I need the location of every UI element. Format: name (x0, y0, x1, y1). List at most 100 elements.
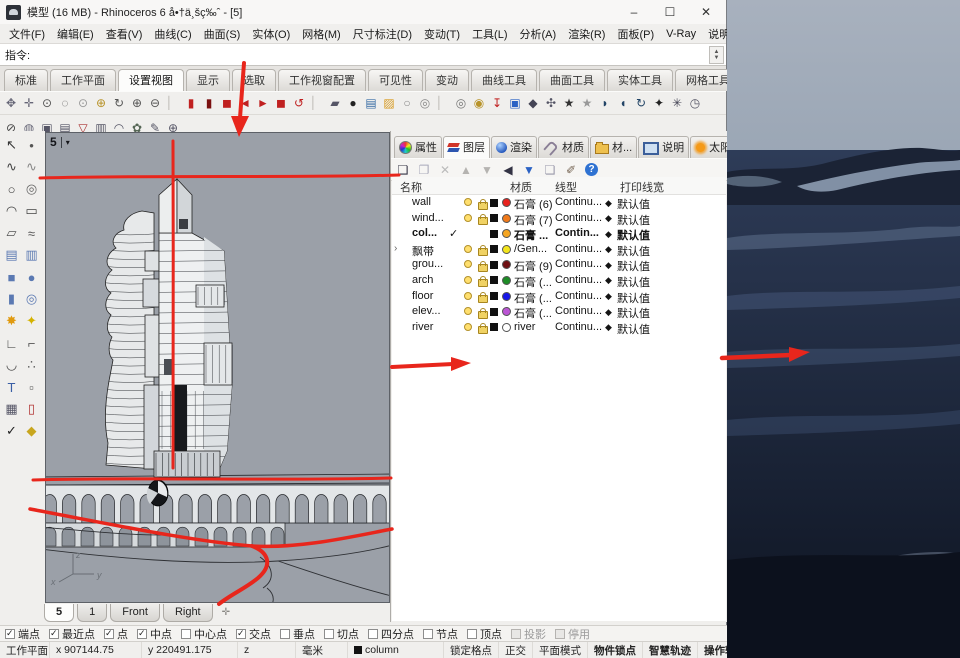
layer-material-ball[interactable] (502, 276, 511, 285)
layer-color-swatch[interactable] (490, 261, 498, 269)
layer-material[interactable]: 石膏 (... (514, 274, 552, 290)
status-cell[interactable]: column (348, 642, 444, 658)
close-button[interactable]: ✕ (688, 1, 724, 23)
viewport-title[interactable]: 5 ▾ (50, 135, 70, 149)
layer-material[interactable]: 石膏 (9) (514, 258, 553, 274)
minimize-button[interactable]: – (616, 1, 652, 23)
layer-name[interactable]: elev... (412, 305, 441, 317)
torus-icon[interactable]: ◎ (22, 289, 41, 309)
collapse-icon[interactable]: ◀ (501, 163, 515, 177)
flash-icon[interactable]: ✦ (22, 311, 41, 331)
clamp-icon[interactable]: ✣ (542, 94, 560, 112)
menu-item[interactable]: 实体(O) (246, 25, 296, 43)
ribbon-tab[interactable]: 曲线工具 (471, 69, 537, 91)
tools-icon[interactable]: ✐ (564, 163, 578, 177)
status-cell[interactable]: 正交 (499, 642, 533, 658)
viewport-menu-caret-icon[interactable]: ▾ (66, 138, 70, 147)
spin-down-icon[interactable]: ▼ (714, 55, 720, 61)
view-right-icon[interactable]: ► (254, 94, 272, 112)
panel-tab[interactable]: 图层 (443, 136, 490, 158)
layer-print-width[interactable]: 默认值 (617, 305, 650, 321)
layer-print-width[interactable]: 默认值 (617, 321, 650, 337)
boat-icon[interactable]: ◗ (596, 94, 614, 112)
ribbon-tab[interactable]: 曲面工具 (539, 69, 605, 91)
layer-print-width[interactable]: 默认值 (617, 258, 650, 274)
layer-color-swatch[interactable] (490, 276, 498, 284)
star-icon[interactable]: ★ (560, 94, 578, 112)
plumb-icon[interactable]: ↧ (488, 94, 506, 112)
snowflake-icon[interactable]: ✳ (668, 94, 686, 112)
layer-visibility-bulb-icon[interactable] (464, 214, 472, 222)
freeform-icon[interactable]: ≈ (22, 223, 41, 243)
status-cell[interactable]: y 220491.175 (142, 642, 238, 658)
magnifier-2-icon[interactable]: ◎ (416, 94, 434, 112)
ribbon-tab[interactable]: 可见性 (368, 69, 423, 91)
layer-color-swatch[interactable] (490, 245, 498, 253)
layer-material-ball[interactable] (502, 292, 511, 301)
layer-visibility-bulb-icon[interactable] (464, 323, 472, 331)
view-front-icon[interactable]: ◼ (272, 94, 290, 112)
copy-layer-icon[interactable]: ❐ (417, 163, 431, 177)
menu-item[interactable]: 分析(A) (514, 25, 563, 43)
layer-print-width[interactable]: 默认值 (617, 274, 650, 290)
text-icon[interactable]: T (2, 377, 21, 397)
layer-color-swatch[interactable] (490, 308, 498, 316)
menu-item[interactable]: 编辑(E) (51, 25, 100, 43)
status-cell[interactable]: 锁定格点 (444, 642, 499, 658)
target-icon[interactable]: ◎ (452, 94, 470, 112)
sphere-icon[interactable]: ● (22, 267, 41, 287)
layer-visibility-bulb-icon[interactable] (464, 198, 472, 206)
zoom-out-icon[interactable]: ⊖ (146, 94, 164, 112)
osnap-toggle[interactable]: 中点 (137, 626, 172, 642)
layer-print-width[interactable]: 默认值 (617, 243, 650, 259)
status-cell[interactable]: 毫米 (296, 642, 348, 658)
pan-hand-icon[interactable]: ✥ (2, 94, 20, 112)
layer-lock-icon[interactable] (478, 214, 488, 225)
osnap-toggle[interactable]: 停用 (555, 626, 590, 642)
box-icon[interactable]: ■ (2, 267, 21, 287)
select-arrow-icon[interactable]: ↖ (2, 135, 21, 155)
delete-layer-icon[interactable]: ✕ (438, 163, 452, 177)
layer-material[interactable]: 石膏 (7) (514, 212, 553, 228)
circle-icon[interactable]: ○ (2, 179, 21, 199)
layer-linetype[interactable]: Continu... (555, 305, 602, 317)
layer-name[interactable]: col... (412, 227, 437, 239)
magnifier-icon[interactable]: ○ (398, 94, 416, 112)
layer-material[interactable]: 石膏 (... (514, 305, 552, 321)
layer-visibility-bulb-icon[interactable] (464, 276, 472, 284)
ribbon-tab[interactable]: 变动 (425, 69, 469, 91)
osnap-checkbox[interactable] (137, 629, 147, 639)
page-icon[interactable]: ❏ (543, 163, 557, 177)
monitor-icon[interactable]: ▤ (362, 94, 380, 112)
layer-material-ball[interactable] (502, 245, 511, 254)
menu-item[interactable]: 曲面(S) (198, 25, 247, 43)
fillet-icon[interactable]: ◡ (2, 355, 21, 375)
layer-material-ball[interactable] (502, 214, 511, 223)
layer-row[interactable]: river river Continu... ◆ 默认值 (392, 320, 726, 336)
new-layer-icon[interactable]: ❏ (396, 163, 410, 177)
camera-icon[interactable]: ● (344, 94, 362, 112)
viewport-tab[interactable]: Right (163, 604, 213, 622)
toolbar-separator[interactable]: ▏ (434, 94, 452, 112)
osnap-checkbox[interactable] (467, 629, 477, 639)
layer-lock-icon[interactable] (478, 261, 488, 272)
toolbar-separator[interactable]: ▏ (164, 94, 182, 112)
column-material[interactable]: 材质 (510, 179, 532, 195)
surface-icon[interactable]: ▤ (2, 245, 21, 265)
array-icon[interactable]: ▦ (2, 399, 21, 419)
layer-material[interactable]: 石膏 (6) (514, 196, 553, 212)
filter-icon[interactable]: ▼ (522, 163, 536, 177)
osnap-checkbox[interactable] (280, 629, 290, 639)
osnap-toggle[interactable]: 顶点 (467, 626, 502, 642)
zoom-icon[interactable]: ⊙ (38, 94, 56, 112)
move-down-icon[interactable]: ▼ (480, 163, 494, 177)
column-linetype[interactable]: 线型 (555, 179, 577, 195)
osnap-toggle[interactable]: 四分点 (368, 626, 414, 642)
redo-view-icon[interactable]: ▮ (200, 94, 218, 112)
layer-row[interactable]: wind... 石膏 (7) Continu... ◆ 默认值 (392, 211, 726, 227)
layer-material-ball[interactable] (502, 323, 511, 332)
layer-linetype[interactable]: Continu... (555, 321, 602, 333)
layer-visibility-bulb-icon[interactable] (464, 245, 472, 253)
command-history-spinner[interactable]: ▲ ▼ (709, 46, 724, 64)
menu-item[interactable]: V-Ray (660, 27, 702, 41)
